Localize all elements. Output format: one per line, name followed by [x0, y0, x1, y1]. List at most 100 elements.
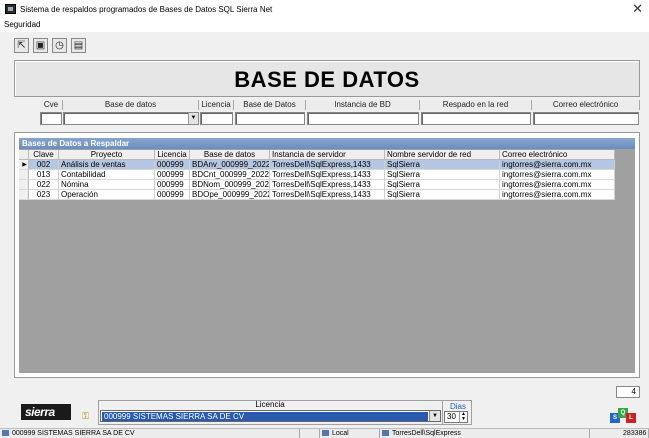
cell-proyecto[interactable]: Operación [59, 190, 155, 200]
cell-instancia[interactable]: TorresDell\SqlExpress,1433 [270, 180, 385, 190]
page-title: BASE DE DATOS [234, 67, 420, 92]
databases-grid[interactable]: Bases de Datos a Respaldar Clave Proyect… [19, 138, 635, 373]
row-indicator [19, 190, 29, 200]
cell-servidor-red[interactable]: SqlSierra [385, 190, 500, 200]
grid-body: ▶ 002 Análisis de ventas 000999 BDAnv_00… [19, 160, 615, 200]
cell-servidor-red[interactable]: SqlSierra [385, 160, 500, 170]
row-indicator [19, 170, 29, 180]
cell-base-datos[interactable]: BDAnv_000999_2022 [190, 160, 270, 170]
license-select[interactable]: 000999 SISTEMAS SIERRA SA DE CV ▼ [100, 410, 441, 422]
cell-proyecto[interactable]: Análisis de ventas [59, 160, 155, 170]
cell-licencia[interactable]: 000999 [155, 170, 190, 180]
cell-servidor-red[interactable]: SqlSierra [385, 180, 500, 190]
license-selected-value: 000999 SISTEMAS SIERRA SA DE CV [102, 412, 428, 421]
cell-servidor-red[interactable]: SqlSierra [385, 170, 500, 180]
cell-correo[interactable]: ingtorres@sierra.com.mx [500, 170, 615, 180]
computer-icon [322, 430, 329, 436]
row-indicator [19, 180, 29, 190]
filter-header-base-datos: Base de datos [63, 100, 199, 110]
instancia-filter-input[interactable] [307, 112, 419, 125]
record-count: 4 [616, 386, 640, 398]
col-base-datos[interactable]: Base de datos [190, 150, 270, 160]
key-icon: ⚿ [82, 411, 89, 421]
filter-header-instancia: Instancia de BD [306, 100, 420, 110]
status-code: 283386 [590, 429, 649, 438]
cell-clave[interactable]: 013 [29, 170, 59, 180]
cell-clave[interactable]: 002 [29, 160, 59, 170]
spin-arrows-icon[interactable]: ▲ ▼ [459, 412, 467, 422]
current-row-icon: ▶ [19, 160, 29, 170]
menu-bar: Seguridad [0, 18, 649, 32]
table-row[interactable]: 013 Contabilidad 000999 BDCnt_000999_202… [19, 170, 615, 180]
grid-caption: Bases de Datos a Respaldar [19, 138, 635, 149]
cell-proyecto[interactable]: Nómina [59, 180, 155, 190]
correo-filter-input[interactable] [533, 112, 639, 125]
app-icon [5, 4, 16, 14]
base-de-datos-filter-input[interactable] [235, 112, 305, 125]
menu-seguridad[interactable]: Seguridad [4, 20, 40, 29]
table-row[interactable]: ▶ 002 Análisis de ventas 000999 BDAnv_00… [19, 160, 615, 170]
sql-logo: S Q L [610, 408, 636, 424]
cell-base-datos[interactable]: BDCnt_000999_2022 [190, 170, 270, 180]
cell-correo[interactable]: ingtorres@sierra.com.mx [500, 160, 615, 170]
status-bar: 000999 SISTEMAS SIERRA SA DE CV Local To… [0, 428, 649, 438]
cve-filter-input[interactable] [40, 112, 62, 125]
status-mode-text: Local [332, 430, 349, 437]
table-row[interactable]: 022 Nómina 000999 BDNom_000999_2022 Torr… [19, 180, 615, 190]
cell-instancia[interactable]: TorresDell\SqlExpress,1433 [270, 160, 385, 170]
status-spacer [300, 429, 320, 438]
col-correo[interactable]: Correo electrónico [500, 150, 615, 160]
cell-instancia[interactable]: TorresDell\SqlExpress,1433 [270, 170, 385, 180]
cell-instancia[interactable]: TorresDell\SqlExpress,1433 [270, 190, 385, 200]
chevron-down-icon[interactable]: ▼ [429, 411, 440, 421]
respaldo-filter-input[interactable] [421, 112, 531, 125]
sql-logo-l: L [626, 413, 636, 423]
license-label: Licencia [255, 400, 285, 409]
grid-panel: Bases de Datos a Respaldar Clave Proyect… [14, 132, 640, 378]
filter-header-base-de-datos: Base de Datos [234, 100, 306, 110]
cell-clave[interactable]: 022 [29, 180, 59, 190]
col-proyecto[interactable]: Proyecto [59, 150, 155, 160]
filter-row: Cve Base de datos Licencia Base de Datos… [14, 100, 640, 126]
bottom-panel: sierra ⚿ Licencia 000999 SISTEMAS SIERRA… [14, 400, 640, 426]
filter-header-respaldo: Respado en la red [420, 100, 532, 110]
window-title: Sistema de respaldos programados de Base… [20, 4, 273, 14]
status-server-text: TorresDell\SqlExpress [392, 430, 461, 437]
cell-licencia[interactable]: 000999 [155, 160, 190, 170]
page-banner: BASE DE DATOS [14, 60, 640, 97]
cell-clave[interactable]: 023 [29, 190, 59, 200]
cell-base-datos[interactable]: BDNom_000999_2022 [190, 180, 270, 190]
filter-header-licencia: Licencia [199, 100, 234, 110]
status-company-text: 000999 SISTEMAS SIERRA SA DE CV [12, 430, 135, 437]
sierra-logo: sierra [21, 404, 71, 420]
toolbar: ⇱ ▣ ◷ ▤ [0, 35, 649, 55]
clock-icon[interactable]: ◷ [52, 38, 67, 53]
dias-label: Dias [449, 402, 466, 411]
filter-header-correo: Correo electrónico [532, 100, 640, 110]
licencia-filter-input[interactable] [200, 112, 233, 125]
dias-stepper[interactable]: 30 ▲ ▼ [444, 411, 468, 423]
col-licencia[interactable]: Licencia [155, 150, 190, 160]
cell-base-datos[interactable]: BDOpe_000999_2022 [190, 190, 270, 200]
close-icon[interactable]: ✕ [632, 1, 643, 17]
cell-proyecto[interactable]: Contabilidad [59, 170, 155, 180]
save-icon[interactable]: ▣ [33, 38, 48, 53]
filter-header-cve: Cve [40, 100, 63, 110]
chevron-down-icon[interactable]: ▼ [188, 113, 198, 124]
cell-licencia[interactable]: 000999 [155, 180, 190, 190]
key-icon [2, 430, 9, 436]
calendar-icon[interactable]: ▤ [71, 38, 86, 53]
cell-correo[interactable]: ingtorres@sierra.com.mx [500, 180, 615, 190]
table-row[interactable]: 023 Operación 000999 BDOpe_000999_2022 T… [19, 190, 615, 200]
cell-correo[interactable]: ingtorres@sierra.com.mx [500, 190, 615, 200]
grid-header: Clave Proyecto Licencia Base de datos In… [19, 150, 615, 160]
row-indicator-header [19, 150, 29, 160]
base-datos-filter-combo[interactable]: ▼ [63, 112, 199, 125]
dias-value: 30 [447, 412, 456, 421]
col-instancia[interactable]: Instancia de servidor [270, 150, 385, 160]
col-servidor-red[interactable]: Nombre servidor de red [385, 150, 500, 160]
cell-licencia[interactable]: 000999 [155, 190, 190, 200]
exit-icon[interactable]: ⇱ [14, 38, 29, 53]
col-clave[interactable]: Clave [29, 150, 59, 160]
status-company: 000999 SISTEMAS SIERRA SA DE CV [0, 429, 300, 438]
